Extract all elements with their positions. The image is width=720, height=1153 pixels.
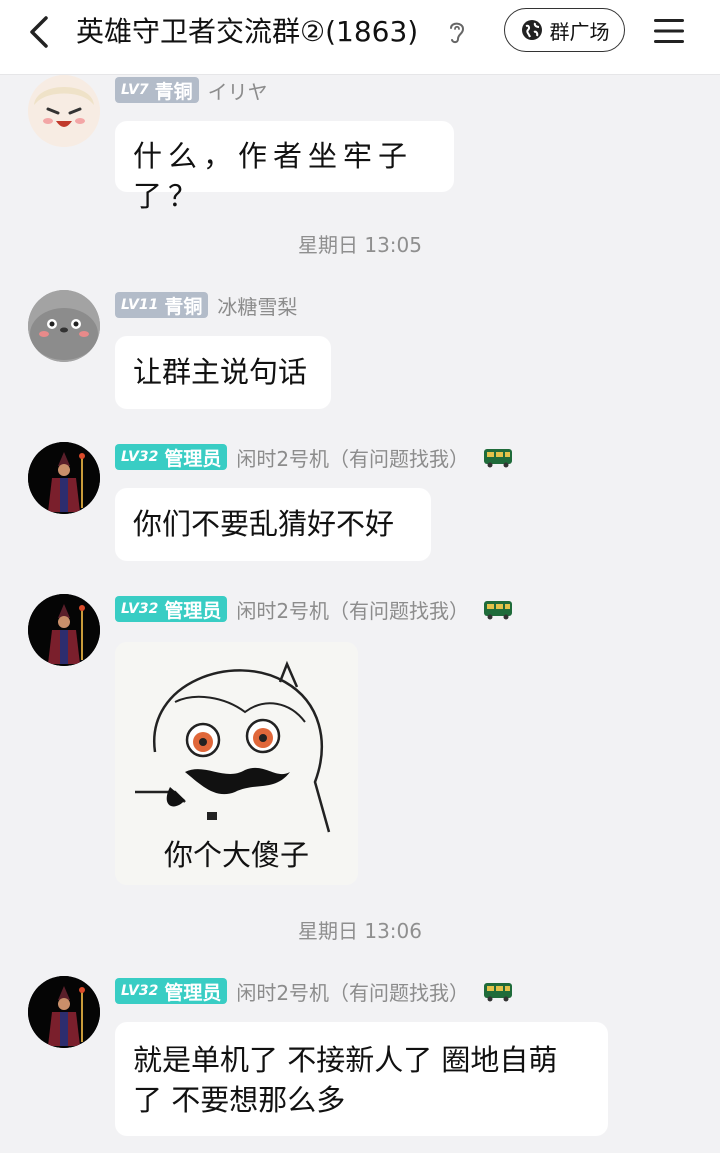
group-plaza-button[interactable]: 群广场 [504, 8, 625, 52]
back-button[interactable] [20, 10, 60, 54]
chat-header: 英雄守卫者交流群②(1863) 群广场 [0, 0, 720, 74]
sender-nickname[interactable]: 冰糖雪梨 [217, 291, 297, 320]
message-bubble[interactable]: 你们不要乱猜好不好 [115, 488, 431, 561]
avatar[interactable] [28, 594, 100, 666]
mage-avatar-icon [28, 594, 100, 666]
group-plaza-label: 群广场 [549, 19, 610, 44]
globe-icon [521, 20, 542, 40]
message-bubble[interactable]: 什么，作者坐牢子了？ [115, 121, 454, 213]
message-line: 了 不要想那么多 [133, 1083, 346, 1117]
message-meta: LV32 管理员 闲时2号机（有问题找我） [115, 442, 513, 472]
level-badge: LV11 青铜 [115, 292, 209, 318]
avatar[interactable] [28, 442, 100, 514]
sender-nickname[interactable]: 闲时2号机（有问题找我） [236, 977, 469, 1006]
sticker-image[interactable]: 你个大傻子 [115, 642, 358, 885]
mage-avatar-icon [28, 442, 100, 514]
rank-text: 管理员 [164, 981, 222, 1004]
avatar[interactable] [28, 976, 100, 1048]
admin-badge: LV32 管理员 [115, 444, 228, 470]
avatar[interactable] [28, 75, 100, 147]
rank-text: 管理员 [164, 599, 222, 622]
sender-nickname[interactable]: 闲时2号机（有问题找我） [236, 595, 469, 624]
rank-text: 青铜 [164, 295, 203, 318]
rank-text: 青铜 [154, 80, 193, 103]
level-text: LV32 [121, 601, 159, 617]
level-text: LV32 [121, 449, 159, 465]
level-text: LV32 [121, 983, 159, 999]
chat-title[interactable]: 英雄守卫者交流群②(1863) [76, 12, 418, 52]
train-icon [484, 601, 513, 620]
rank-text: 管理员 [164, 447, 222, 470]
mage-avatar-icon [28, 976, 100, 1048]
avatar[interactable] [28, 290, 100, 362]
sender-nickname[interactable]: 闲时2号机（有问题找我） [236, 443, 469, 472]
train-icon [484, 449, 513, 468]
message-line: 就是单机了 不接新人了 圈地自萌 [133, 1043, 558, 1077]
seal-avatar-icon [28, 290, 100, 362]
timestamp: 星期日 13:06 [298, 919, 422, 943]
admin-badge: LV32 管理员 [115, 596, 228, 622]
hamburger-menu-icon[interactable] [652, 14, 686, 48]
message-meta: LV11 青铜 冰糖雪梨 [115, 290, 297, 320]
ear-icon[interactable] [446, 18, 468, 46]
message-meta: LV32 管理员 闲时2号机（有问题找我） [115, 976, 513, 1006]
timestamp: 星期日 13:05 [298, 233, 422, 257]
anime-girl-avatar-icon [28, 75, 100, 147]
sticker-caption: 你个大傻子 [163, 838, 309, 872]
admin-badge: LV32 管理员 [115, 978, 228, 1004]
message-bubble[interactable]: 就是单机了 不接新人了 圈地自萌 了 不要想那么多 [115, 1022, 608, 1136]
train-icon [484, 983, 513, 1002]
sender-nickname[interactable]: イリヤ [208, 76, 268, 105]
level-text: LV7 [121, 82, 149, 98]
level-badge: LV7 青铜 [115, 77, 199, 103]
message-bubble[interactable]: 让群主说句话 [115, 336, 331, 409]
message-meta: LV7 青铜 イリヤ [115, 75, 268, 105]
level-text: LV11 [121, 297, 159, 313]
message-meta: LV32 管理员 闲时2号机（有问题找我） [115, 594, 513, 624]
